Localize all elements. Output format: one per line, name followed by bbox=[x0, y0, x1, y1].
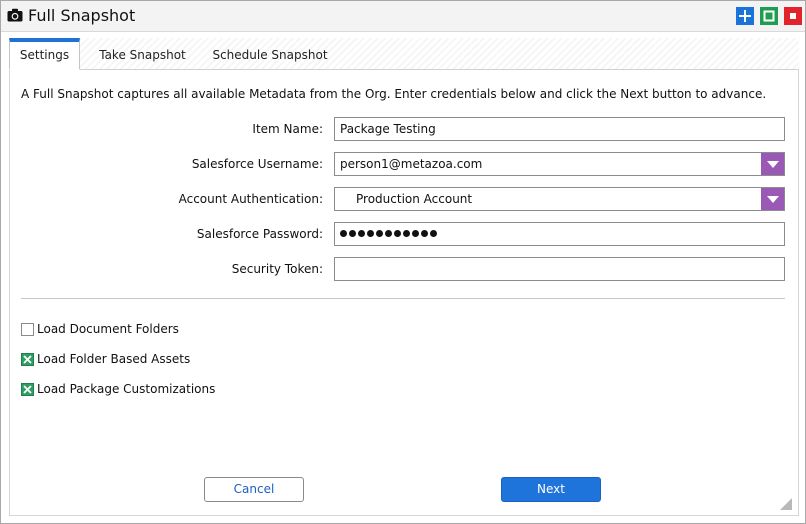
window-title: Full Snapshot bbox=[28, 6, 136, 25]
divider bbox=[21, 298, 785, 299]
tab-take-snapshot[interactable]: Take Snapshot bbox=[91, 38, 194, 70]
password-dot bbox=[403, 230, 410, 237]
option-load-package-customizations[interactable]: Load Package Customizations bbox=[21, 382, 215, 396]
auth-value: Production Account bbox=[356, 192, 473, 206]
tab-label: Settings bbox=[19, 48, 70, 62]
item-name-label: Item Name: bbox=[252, 122, 323, 136]
password-dot bbox=[376, 230, 383, 237]
tab-bar: Settings Take Snapshot Schedule Snapshot bbox=[9, 38, 799, 70]
username-value: person1@metazoa.com bbox=[340, 157, 483, 171]
maximize-button[interactable] bbox=[760, 7, 778, 25]
next-button[interactable]: Next bbox=[501, 477, 601, 502]
option-load-document-folders[interactable]: Load Document Folders bbox=[21, 322, 179, 336]
item-name-input[interactable]: Package Testing bbox=[334, 117, 785, 141]
security-token-input[interactable] bbox=[334, 257, 785, 281]
password-input[interactable] bbox=[334, 222, 785, 246]
password-dot bbox=[349, 230, 356, 237]
chevron-down-icon bbox=[767, 160, 779, 168]
tab-label: Take Snapshot bbox=[99, 48, 186, 62]
checkbox[interactable] bbox=[21, 382, 34, 396]
tab-label: Schedule Snapshot bbox=[212, 48, 328, 62]
auth-select[interactable]: Production Account bbox=[334, 187, 785, 211]
password-dot bbox=[340, 230, 347, 237]
add-icon bbox=[739, 10, 751, 22]
add-button[interactable] bbox=[736, 7, 754, 25]
option-label: Load Folder Based Assets bbox=[37, 352, 191, 366]
cancel-button[interactable]: Cancel bbox=[204, 477, 304, 502]
password-mask bbox=[340, 230, 437, 237]
close-button[interactable] bbox=[784, 7, 802, 25]
intro-text: A Full Snapshot captures all available M… bbox=[21, 87, 767, 101]
password-dot bbox=[385, 230, 392, 237]
auth-label: Account Authentication: bbox=[178, 192, 323, 206]
checkmark-x-icon bbox=[23, 384, 32, 394]
username-select[interactable]: person1@metazoa.com bbox=[334, 152, 785, 176]
chevron-down-icon bbox=[767, 195, 779, 203]
password-dot bbox=[394, 230, 401, 237]
password-dot bbox=[412, 230, 419, 237]
camera-icon bbox=[7, 8, 23, 22]
title-bar[interactable]: Full Snapshot bbox=[1, 1, 805, 32]
tab-schedule-snapshot[interactable]: Schedule Snapshot bbox=[205, 38, 335, 70]
checkbox[interactable] bbox=[21, 322, 34, 336]
password-dot bbox=[358, 230, 365, 237]
auth-dropdown-button[interactable] bbox=[761, 188, 784, 210]
option-label: Load Package Customizations bbox=[37, 382, 216, 396]
resize-grip-icon[interactable] bbox=[780, 498, 792, 510]
password-dot bbox=[367, 230, 374, 237]
maximize-icon bbox=[763, 10, 775, 22]
checkbox[interactable] bbox=[21, 352, 34, 366]
username-label: Salesforce Username: bbox=[191, 157, 323, 171]
password-label: Salesforce Password: bbox=[196, 227, 323, 241]
password-dot bbox=[421, 230, 428, 237]
tab-settings[interactable]: Settings bbox=[9, 38, 80, 70]
item-name-value: Package Testing bbox=[340, 122, 436, 136]
security-token-label: Security Token: bbox=[231, 262, 323, 276]
password-dot bbox=[430, 230, 437, 237]
checkmark-x-icon bbox=[23, 354, 32, 364]
option-load-folder-based-assets[interactable]: Load Folder Based Assets bbox=[21, 352, 190, 366]
close-icon bbox=[790, 13, 796, 19]
option-label: Load Document Folders bbox=[37, 322, 179, 336]
username-dropdown-button[interactable] bbox=[761, 153, 784, 175]
